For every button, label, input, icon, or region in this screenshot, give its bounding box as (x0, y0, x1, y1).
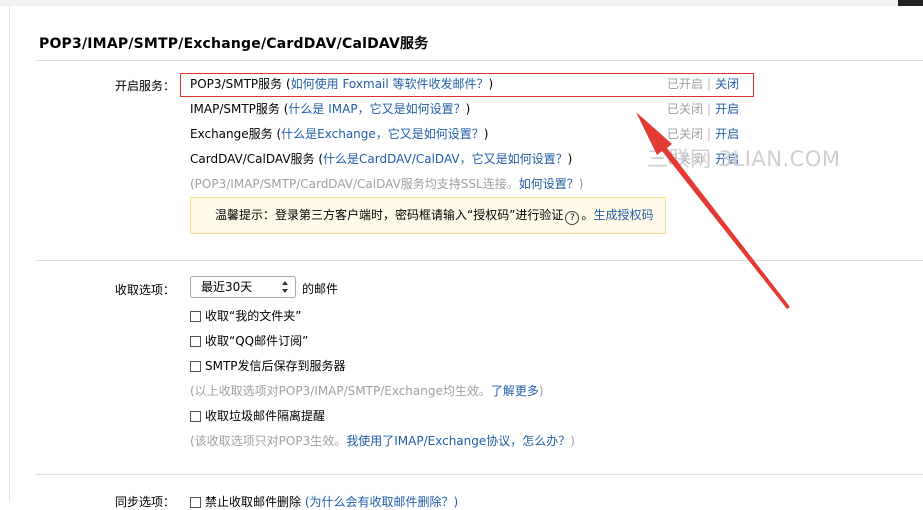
arrow-icon (636, 112, 790, 309)
red-arrow-annotation (636, 112, 790, 309)
